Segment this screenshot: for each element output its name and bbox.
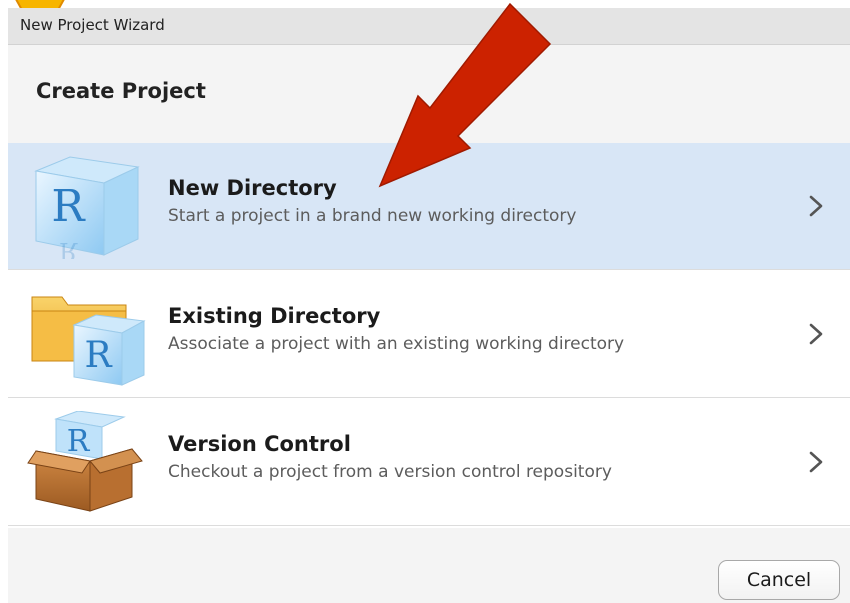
box-r-icon: R [27, 411, 143, 512]
chevron-right-icon [809, 323, 823, 345]
screen: New Project Wizard Create Project R R Ne… [0, 0, 850, 603]
option-title: Existing Directory [168, 304, 381, 328]
chevron-right-icon [809, 451, 823, 473]
option-title: New Directory [168, 176, 337, 200]
wizard-footer: Cancel [8, 528, 850, 603]
option-existing-directory[interactable]: R Existing Directory Associate a project… [8, 271, 850, 398]
r-cube-icon: R R [34, 156, 140, 259]
folder-r-icon: R [31, 296, 146, 386]
cancel-button[interactable]: Cancel [718, 560, 840, 600]
option-new-directory[interactable]: R R New Directory Start a project in a b… [8, 143, 850, 270]
svg-text:R: R [84, 335, 112, 376]
svg-text:R: R [51, 181, 86, 232]
option-description: Associate a project with an existing wor… [168, 334, 625, 354]
project-type-list: R R New Directory Start a project in a b… [8, 143, 850, 528]
new-project-wizard-window: New Project Wizard Create Project R R Ne… [8, 8, 850, 603]
svg-text:R: R [59, 237, 78, 259]
option-description: Start a project in a brand new working d… [168, 206, 577, 226]
wizard-header: Create Project [8, 45, 850, 143]
chevron-right-icon [809, 195, 823, 217]
page-title: Create Project [36, 79, 206, 103]
window-title: New Project Wizard [20, 16, 165, 34]
option-title: Version Control [168, 432, 351, 456]
option-description: Checkout a project from a version contro… [168, 462, 612, 482]
option-version-control[interactable]: R Version Control Checkout a project fro… [8, 399, 850, 526]
title-bar[interactable]: New Project Wizard [8, 8, 850, 45]
svg-text:R: R [67, 424, 91, 459]
